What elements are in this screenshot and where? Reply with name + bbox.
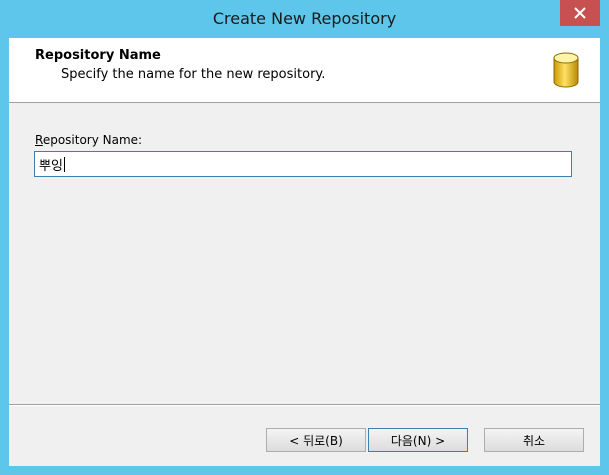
next-button[interactable]: 다음(N) >	[368, 428, 468, 452]
close-icon	[574, 7, 586, 19]
cancel-button[interactable]: 취소	[484, 428, 584, 452]
repository-name-value: 뿌잉	[39, 159, 63, 174]
database-icon	[553, 52, 579, 88]
header-subtitle: Specify the name for the new repository.	[61, 67, 326, 82]
close-button[interactable]	[560, 0, 600, 26]
repository-name-label: Repository Name:	[35, 133, 143, 147]
window-title: Create New Repository	[212, 9, 397, 28]
wizard-header: Repository Name Specify the name for the…	[9, 38, 600, 103]
title-bar[interactable]: Create New Repository	[0, 0, 609, 38]
footer-divider	[9, 404, 600, 406]
text-caret	[63, 157, 65, 172]
back-button[interactable]: < 뒤로(B)	[266, 428, 366, 452]
repository-name-input[interactable]: 뿌잉	[34, 151, 572, 177]
dialog-body: Repository Name Specify the name for the…	[9, 38, 600, 466]
dialog-window: Create New Repository Repository Name Sp…	[0, 0, 609, 475]
header-title: Repository Name	[35, 48, 161, 63]
